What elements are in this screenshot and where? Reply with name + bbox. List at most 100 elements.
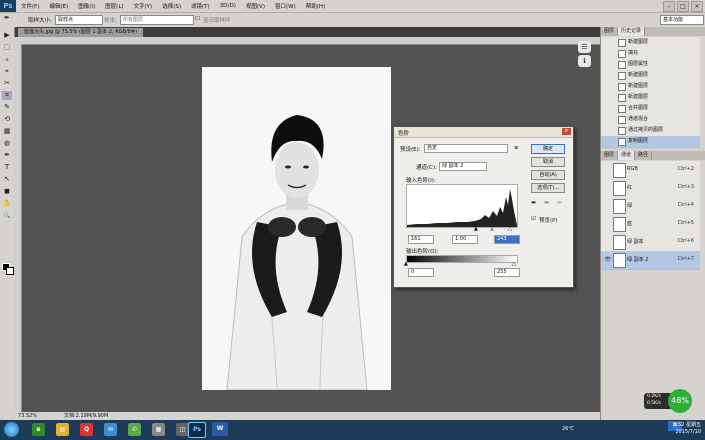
channel-row[interactable]: 绿 Ctrl+4 [601,197,700,216]
minimize-button[interactable]: – [663,1,675,12]
tab-paths[interactable]: 路径 [635,151,653,160]
menu-type[interactable]: 文字(Y) [129,2,158,10]
panel-toggle-icon[interactable]: ☰ [578,41,591,53]
info-icon[interactable]: ℹ [578,55,591,67]
cancel-button[interactable]: 取消 [531,157,565,167]
menu-filter[interactable]: 滤镜(T) [186,2,215,10]
network-speed-widget[interactable]: 0.2K/s 0.5K/s 48% [644,389,693,413]
menu-help[interactable]: 帮助(H) [301,2,330,10]
horizontal-ruler [14,37,600,45]
history-item[interactable]: 新建图层 [601,70,700,82]
history-item[interactable]: 填充 [601,48,700,60]
maximize-button[interactable]: □ [677,1,689,12]
close-window-button[interactable]: × [691,1,703,12]
visibility-eye-icon[interactable]: 👁 [604,256,612,263]
document-tab[interactable]: 蓝莲大头.jpg @ 73.5% (图层 1 副本 2, RGB/8#) [18,28,144,37]
gray-eyedropper-icon[interactable]: ✒ [544,199,550,207]
history-item[interactable]: 新建图层 [601,37,700,49]
explorer-icon[interactable]: ▤ [56,423,69,436]
history-item[interactable]: 新建图层 [601,81,700,93]
pen-tool-icon[interactable]: ✒ [2,151,12,160]
dialog-close-icon[interactable]: × [562,128,571,135]
output-white-field[interactable]: 255 [494,268,520,277]
word-icon[interactable]: W [212,422,228,436]
preset-select[interactable]: 自定 [424,144,508,153]
tab-channels[interactable]: 通道 [618,151,636,160]
menu-select[interactable]: 选择(S) [157,2,186,10]
white-point-slider[interactable]: ▲ [508,226,512,232]
output-white-slider[interactable]: ▲ [512,261,516,267]
history-item-selected[interactable]: 复制图层 [601,136,700,148]
sample-select[interactable]: 所有图层 [120,15,194,25]
type-tool-icon[interactable]: T [2,163,12,172]
white-eyedropper-icon[interactable]: ✒ [557,199,563,207]
path-select-tool-icon[interactable]: ↖ [2,175,12,184]
sample-size-select[interactable]: 取样点 [55,15,103,25]
channel-row[interactable]: 绿 副本 Ctrl+6 [601,233,700,252]
show-ring-checkbox[interactable]: ☐ [195,16,200,22]
channel-select[interactable]: 绿 副本 2 [439,162,487,171]
app-icon[interactable]: ✉ [104,423,117,436]
channel-row[interactable]: 红 Ctrl+3 [601,179,700,198]
dodge-tool-icon[interactable]: ◍ [2,139,12,148]
history-item[interactable]: 通过拷贝的图层 [601,125,700,137]
history-item[interactable]: 图层属性 [601,59,700,71]
channel-row[interactable]: 蓝 Ctrl+5 [601,215,700,234]
tab-layers[interactable]: 图层 [601,151,619,160]
eyedropper-tool-icon[interactable]: ⌗ [2,91,12,100]
menu-layer[interactable]: 图层(L) [100,2,128,10]
doc-size: 文档:2.19M/9.90M [64,413,109,419]
marquee-tool-icon[interactable]: ⬚ [2,43,12,52]
black-point-slider[interactable]: ▲ [474,226,478,232]
input-gamma-field[interactable]: 1.00 [452,235,478,244]
shape-tool-icon[interactable]: ◼ [2,187,12,196]
input-slider-track[interactable]: ▲ ▲ ▲ [406,226,516,232]
browser-icon[interactable]: e [32,423,45,436]
folder-icon[interactable]: ▦ [152,423,165,436]
channel-row[interactable]: RGB Ctrl+2 [601,161,700,180]
history-item[interactable]: 通道混合 [601,114,700,126]
menu-file[interactable]: 文件(F) [16,2,44,10]
history-brush-tool-icon[interactable]: ⟲ [2,115,12,124]
hand-tool-icon[interactable]: ✋ [2,199,12,208]
system-clock[interactable]: 9:52 星期五 2015/7/10 [673,422,701,436]
workspace-select[interactable]: 基本功能 [660,15,704,25]
menu-image[interactable]: 图像(I) [73,2,100,10]
eyedropper-icon[interactable]: ✒ [4,14,10,22]
channel-row-selected[interactable]: 👁 绿 副本 2 Ctrl+7 [601,251,700,270]
history-item[interactable]: 合并图层 [601,103,700,115]
tab-layers-top[interactable]: 图层 [601,27,619,36]
quick-select-tool-icon[interactable]: ⌖ [2,67,12,76]
menu-edit[interactable]: 编辑(E) [44,2,73,10]
input-black-field[interactable]: 161 [408,235,434,244]
background-color-swatch[interactable] [6,267,14,275]
options-button[interactable]: 选项(T)... [531,183,565,193]
midtone-slider[interactable]: ▲ [490,226,494,232]
black-eyedropper-icon[interactable]: ✒ [531,199,537,207]
chat-icon[interactable]: ✆ [128,423,141,436]
preset-menu-icon[interactable]: ≡ [514,145,519,151]
brush-tool-icon[interactable]: ✎ [2,103,12,112]
document-canvas[interactable] [202,67,391,390]
input-white-field[interactable]: 243 [494,235,520,244]
lasso-tool-icon[interactable]: ℴ [2,55,12,64]
crop-tool-icon[interactable]: ✂ [2,79,12,88]
gradient-tool-icon[interactable]: ▦ [2,127,12,136]
ok-button[interactable]: 确定 [531,144,565,154]
preview-checkbox[interactable]: ☑ [531,216,536,222]
zoom-tool-icon[interactable]: 🔍 [2,211,12,220]
output-black-slider[interactable]: ▲ [404,261,408,267]
qq-icon[interactable]: Q [80,423,93,436]
start-button-icon[interactable] [4,422,19,437]
tab-history[interactable]: 历史记录 [618,27,646,36]
zoom-level[interactable]: 73.52% [18,412,37,420]
move-tool-icon[interactable]: ▶ [2,31,12,40]
history-item[interactable]: 新建图层 [601,92,700,104]
menu-window[interactable]: 窗口(W) [270,2,301,10]
auto-button[interactable]: 自动(A) [531,170,565,180]
menu-3d[interactable]: 3D(D) [215,3,241,9]
menu-view[interactable]: 视图(V) [241,2,270,10]
photoshop-taskbar-icon[interactable]: Ps [188,422,206,438]
output-black-field[interactable]: 0 [408,268,434,277]
dialog-titlebar[interactable]: 色阶 × [394,127,573,138]
